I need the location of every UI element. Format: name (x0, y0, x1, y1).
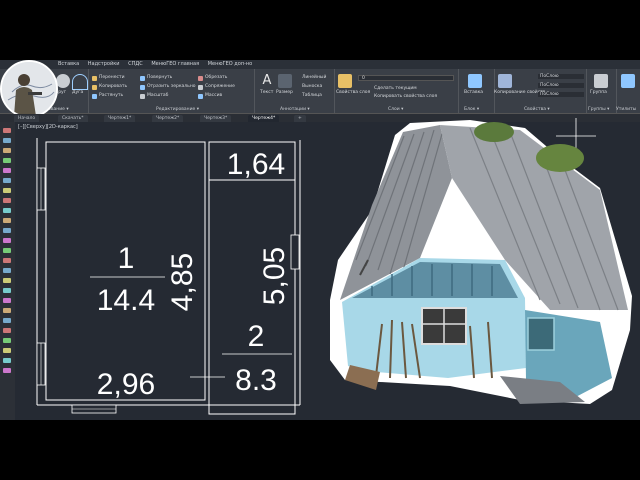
house-photo (330, 120, 632, 404)
room-1-width-dimension: 2,96 (97, 368, 155, 401)
room-2-top-dimension: 1,64 (227, 148, 285, 181)
porch-window (527, 317, 555, 351)
room-1-area: 14.4 (97, 284, 155, 317)
room-2-area: 8.3 (235, 364, 277, 397)
room-2-number: 2 (248, 320, 265, 353)
room-1-height-dimension: 4,85 (166, 253, 199, 311)
window-right (290, 234, 300, 270)
room-1-number: 1 (118, 242, 135, 275)
letterbox-top (0, 0, 640, 60)
autocad-window: Вставка Надстройки СПДС МенюГЕО главная … (0, 60, 640, 420)
drawing-area: 1 14.4 4,85 2,96 1,64 5,05 2 8.3 (36, 118, 632, 415)
letterbox-bottom (0, 420, 640, 480)
room-2-height-dimension: 5,05 (258, 247, 291, 305)
